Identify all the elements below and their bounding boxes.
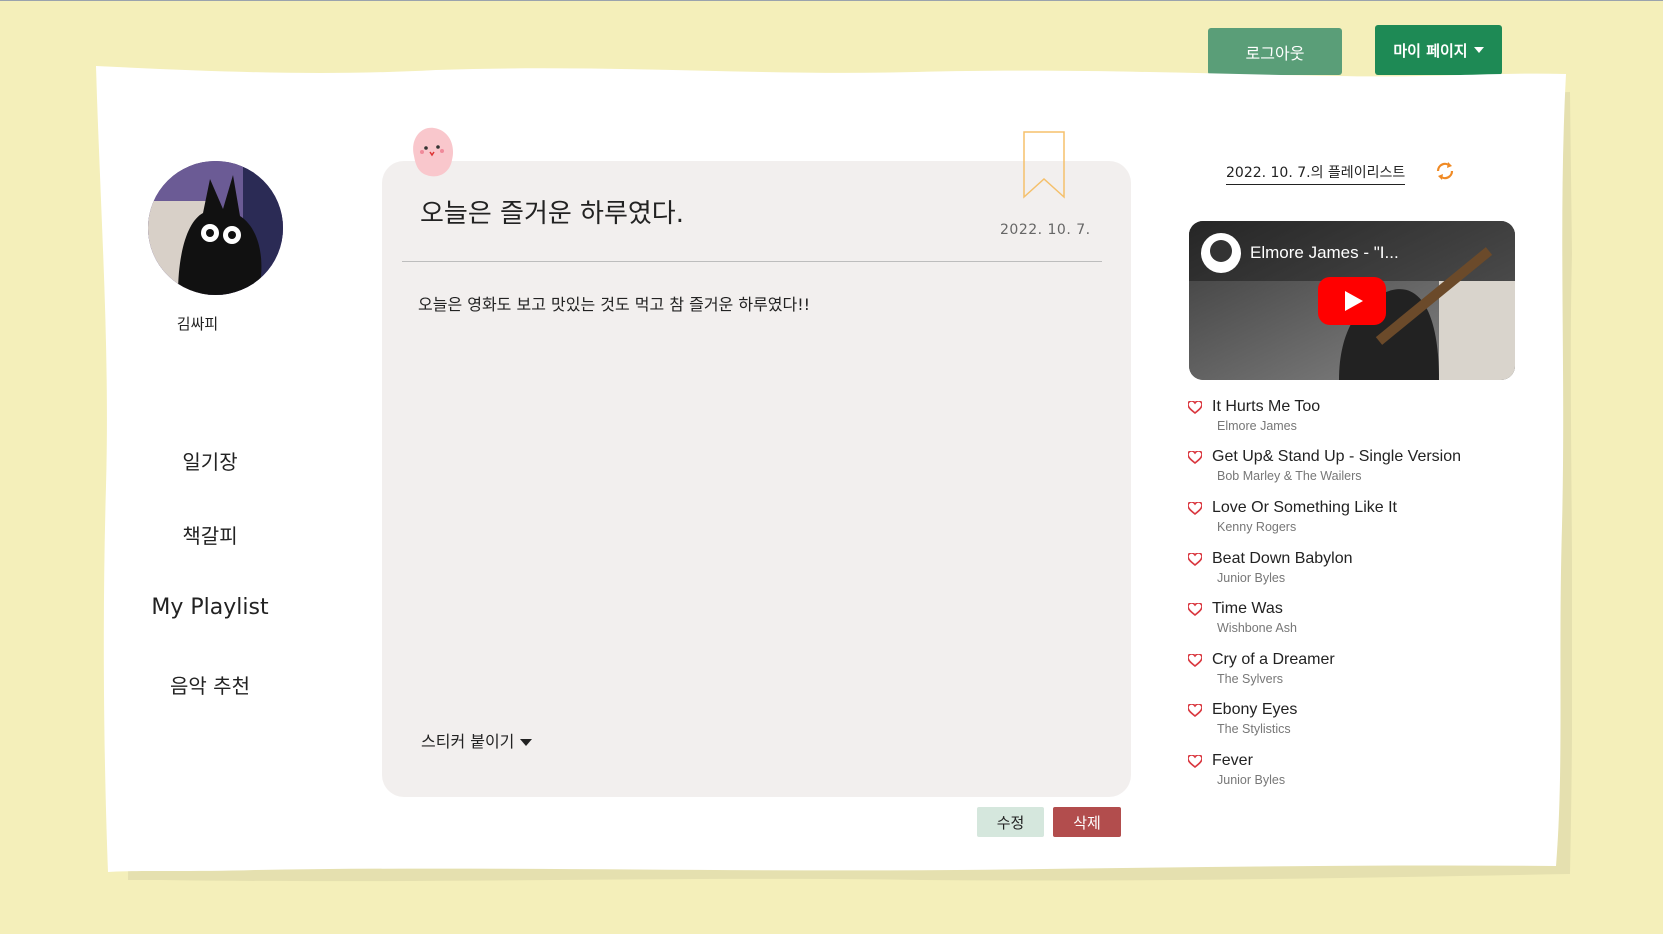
track-artist: Junior Byles bbox=[1217, 571, 1286, 585]
track-artist: Bob Marley & The Wailers bbox=[1217, 469, 1362, 483]
diary-body: 오늘은 영화도 보고 맛있는 것도 먹고 참 즐거운 하루였다!! bbox=[418, 295, 811, 314]
divider bbox=[402, 261, 1102, 262]
top-border bbox=[0, 0, 1663, 1]
youtube-play-icon[interactable] bbox=[1318, 277, 1386, 329]
nav-my-playlist[interactable]: My Playlist bbox=[120, 595, 300, 620]
track-title: Fever bbox=[1212, 752, 1253, 769]
heart-icon[interactable] bbox=[1188, 602, 1202, 616]
track-title: Ebony Eyes bbox=[1212, 701, 1298, 718]
track-title: Get Up& Stand Up - Single Version bbox=[1212, 448, 1462, 465]
playlist-track[interactable]: Get Up& Stand Up - Single Version Bob Ma… bbox=[1188, 448, 1518, 483]
track-title: Cry of a Dreamer bbox=[1212, 651, 1335, 668]
avatar bbox=[148, 161, 283, 295]
edit-button[interactable]: 수정 bbox=[977, 807, 1044, 837]
playlist-track[interactable]: Ebony Eyes The Stylistics bbox=[1188, 701, 1518, 736]
delete-button[interactable]: 삭제 bbox=[1053, 807, 1121, 837]
playlist-track[interactable]: Cry of a Dreamer The Sylvers bbox=[1188, 651, 1518, 686]
playlist-track[interactable]: Love Or Something Like It Kenny Rogers bbox=[1188, 499, 1518, 534]
nav-music-recommend[interactable]: 음악 추천 bbox=[120, 670, 300, 699]
track-title: It Hurts Me Too bbox=[1212, 398, 1321, 415]
track-artist: Kenny Rogers bbox=[1217, 520, 1297, 534]
chevron-down-icon bbox=[520, 738, 533, 746]
refresh-icon[interactable] bbox=[1434, 160, 1456, 186]
sticker-label: 스티커 붙이기 bbox=[421, 732, 515, 751]
playlist-track[interactable]: Fever Junior Byles bbox=[1188, 752, 1518, 787]
playlist-track[interactable]: It Hurts Me Too Elmore James bbox=[1188, 398, 1518, 433]
heart-icon[interactable] bbox=[1188, 501, 1202, 515]
mypage-label: 마이 페이지 bbox=[1393, 41, 1468, 60]
bookmark-icon[interactable] bbox=[1023, 131, 1065, 203]
heart-icon[interactable] bbox=[1188, 400, 1202, 414]
sticker-dropdown[interactable]: 스티커 붙이기 bbox=[421, 728, 533, 752]
playlist-track[interactable]: Time Was Wishbone Ash bbox=[1188, 600, 1518, 635]
track-title: Beat Down Babylon bbox=[1212, 550, 1353, 567]
nav-diary[interactable]: 일기장 bbox=[120, 446, 300, 475]
playlist-date-link[interactable]: 2022. 10. 7.의 플레이리스트 bbox=[1226, 162, 1406, 185]
heart-icon[interactable] bbox=[1188, 653, 1202, 667]
track-title: Time Was bbox=[1212, 600, 1283, 617]
track-artist: Wishbone Ash bbox=[1217, 621, 1297, 635]
track-artist: The Sylvers bbox=[1217, 672, 1283, 686]
track-artist: The Stylistics bbox=[1217, 722, 1291, 736]
track-artist: Elmore James bbox=[1217, 419, 1297, 433]
playlist-track[interactable]: Beat Down Babylon Junior Byles bbox=[1188, 550, 1518, 585]
chevron-down-icon bbox=[1473, 47, 1484, 53]
nav-bookmark[interactable]: 책갈피 bbox=[120, 520, 300, 549]
diary-card bbox=[382, 161, 1131, 797]
heart-icon[interactable] bbox=[1188, 703, 1202, 717]
heart-icon[interactable] bbox=[1188, 552, 1202, 566]
ghost-sticker-icon[interactable] bbox=[410, 126, 454, 184]
track-title: Love Or Something Like It bbox=[1212, 499, 1397, 516]
diary-title: 오늘은 즐거운 하루였다. bbox=[420, 199, 684, 229]
diary-date: 2022. 10. 7. bbox=[1000, 222, 1091, 238]
heart-icon[interactable] bbox=[1188, 450, 1202, 464]
youtube-video-embed[interactable]: Elmore James - "I... bbox=[1189, 221, 1515, 380]
video-title: Elmore James - "I... bbox=[1250, 243, 1399, 262]
heart-icon[interactable] bbox=[1188, 754, 1202, 768]
track-artist: Junior Byles bbox=[1217, 773, 1286, 787]
username: 김싸피 bbox=[176, 315, 219, 333]
